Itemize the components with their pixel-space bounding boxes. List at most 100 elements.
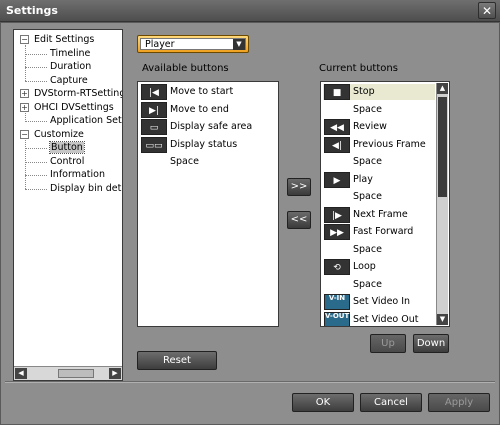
tree-item[interactable]: Capture [50, 74, 88, 87]
item-label: Set Video Out [353, 313, 419, 325]
item-label: Space [353, 191, 382, 202]
tree-item[interactable]: Timeline [50, 47, 90, 60]
tree-connector [25, 53, 47, 55]
collapse-icon[interactable]: − [20, 35, 29, 44]
scroll-left-icon[interactable]: ◀ [15, 368, 27, 379]
fast-forward-icon: ▶▶ [324, 224, 350, 240]
ok-button[interactable]: OK [292, 393, 354, 412]
item-label: Display status [170, 138, 238, 150]
chevron-down-icon: ▼ [233, 39, 245, 50]
tree-item[interactable]: Customize [34, 128, 84, 141]
apply-button[interactable]: Apply [428, 393, 490, 412]
tree-item-label: OHCI DVSettings [34, 101, 114, 113]
scroll-up-icon[interactable]: ▲ [437, 83, 448, 94]
tree-item-label: Edit Settings [34, 34, 95, 45]
tree-item[interactable]: OHCI DVSettings [34, 101, 114, 114]
tree-connector [25, 67, 47, 68]
tree-connector [25, 175, 47, 176]
set-video-in-icon: V-IN [324, 294, 350, 310]
item-label: Next Frame [353, 208, 408, 220]
available-buttons-label: Available buttons [142, 63, 229, 74]
scroll-thumb[interactable] [438, 97, 447, 197]
display-status-icon: ▭▭ [141, 136, 167, 153]
scroll-down-icon[interactable]: ▼ [437, 314, 448, 325]
tree-item[interactable]: DVStorm-RTSettings* [34, 87, 122, 100]
move-to-start-icon: |◀ [141, 84, 167, 100]
safe-area-icon: ▭ [141, 119, 167, 135]
tree-item[interactable]: Display bin details [50, 182, 122, 195]
dropdown-value: Player [145, 39, 175, 50]
set-video-out-icon: V-OUT [324, 311, 350, 326]
add-button[interactable]: >> [287, 178, 311, 196]
move-up-button[interactable]: Up [370, 334, 406, 353]
tree-item-label: DVStorm-RTSettings* [34, 88, 122, 99]
tree-item[interactable]: Button [49, 141, 85, 154]
remove-button[interactable]: << [287, 211, 311, 229]
item-label: Set Video In [353, 296, 411, 307]
tree-connector [25, 121, 47, 122]
tree-connector [25, 161, 47, 163]
move-down-button[interactable]: Down [413, 334, 449, 353]
tree-item-label: Customize [34, 128, 84, 140]
blank-icon [324, 189, 350, 205]
previous-frame-icon: ◀| [324, 136, 350, 153]
move-to-end-icon: ▶| [141, 101, 167, 118]
item-label: Display safe area [170, 121, 253, 132]
tree-item[interactable]: Control [50, 155, 84, 168]
blank-icon [324, 241, 350, 258]
dialog-body: Edit Settings − Timeline Duration Capture DVS… [0, 22, 500, 425]
item-label: Space [353, 103, 382, 115]
current-list-item[interactable]: ■ Stop [323, 84, 435, 100]
tree-item[interactable]: Application Settings [50, 114, 122, 127]
item-label: Move to start [170, 86, 234, 97]
close-icon: ✕ [481, 3, 493, 18]
tree-item-label: Control [50, 155, 85, 167]
tree-item[interactable]: Duration [50, 60, 91, 73]
item-label: Review [353, 121, 387, 132]
reset-button[interactable]: Reset [137, 351, 217, 370]
item-label: Loop [353, 261, 376, 272]
cancel-button[interactable]: Cancel [360, 393, 422, 412]
tree-item-label: Duration [50, 61, 92, 72]
expand-icon[interactable]: + [20, 89, 29, 98]
separator [5, 381, 495, 383]
play-icon: ▶ [324, 171, 350, 188]
tree-item-label: Button [49, 141, 85, 154]
review-icon: ◀◀ [324, 119, 350, 135]
item-label: Play [353, 173, 373, 185]
item-label: Move to end [170, 103, 229, 115]
available-buttons-list[interactable]: |◀ Move to start ▶| Move to end ▭ Display saf… [137, 81, 279, 327]
settings-tree[interactable]: Edit Settings − Timeline Duration Capture DVS… [13, 29, 123, 381]
tree-item-label: Information [50, 169, 105, 180]
tree-item[interactable]: Edit Settings [34, 33, 94, 46]
tree-item-label: Display bin details [50, 182, 122, 194]
item-label: Space [353, 243, 382, 255]
current-buttons-list[interactable]: ■ Stop Space ◀◀ Review ◀| Previous Frame Space ▶… [320, 81, 450, 327]
item-label: Stop [353, 86, 375, 97]
tree-connector [25, 80, 47, 82]
next-frame-icon: |▶ [324, 206, 350, 223]
button-set-dropdown[interactable]: Player ▼ [137, 35, 249, 53]
item-label: Space [353, 278, 382, 290]
close-button[interactable]: ✕ [478, 2, 496, 19]
tree-connector [25, 112, 26, 122]
tree-connector [25, 148, 47, 149]
item-label: Space [353, 156, 382, 167]
blank-icon [324, 101, 350, 118]
tree-content: Edit Settings − Timeline Duration Capture DVS… [14, 30, 122, 366]
scroll-thumb[interactable] [58, 369, 94, 378]
item-label: Space [170, 156, 199, 167]
blank-icon [141, 154, 167, 170]
tree-horizontal-scrollbar[interactable]: ◀ ▶ [14, 366, 122, 380]
loop-icon: ⟲ [324, 259, 350, 275]
stop-icon: ■ [324, 84, 350, 100]
tree-item[interactable]: Information [50, 168, 105, 181]
title-bar: Settings ✕ [0, 0, 500, 22]
collapse-icon[interactable]: − [20, 129, 29, 139]
blank-icon [324, 154, 350, 170]
scroll-right-icon[interactable]: ▶ [109, 368, 121, 379]
item-label: Previous Frame [353, 138, 426, 150]
expand-icon[interactable]: + [20, 102, 29, 112]
tree-item-label: Timeline [50, 47, 91, 59]
current-list-scrollbar[interactable]: ▲ ▼ [436, 83, 448, 325]
